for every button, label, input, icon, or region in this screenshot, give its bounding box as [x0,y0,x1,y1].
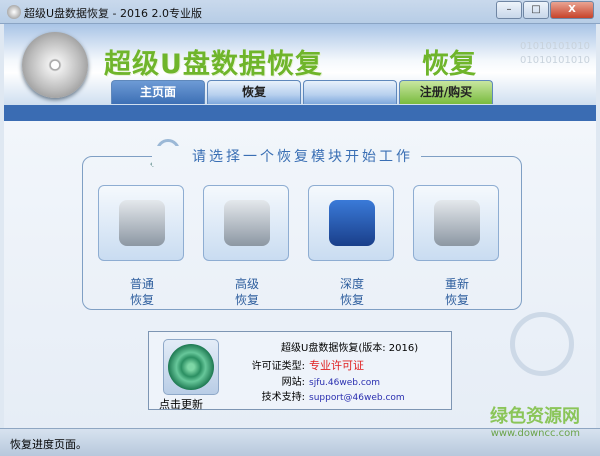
module-label: 重新 恢复 [414,276,500,308]
label-line: 高级 [234,277,259,291]
watermark-name: 绿色资源网 [490,406,580,427]
status-text: 恢复进度页面。 [10,438,87,451]
prompt-text: 请选择一个恢复模块开始工作 [152,146,421,166]
minimize-button[interactable]: – [496,1,522,19]
label-line: 恢复 [129,293,154,307]
binary-text: 01010101010 [520,41,590,52]
module-re-recover[interactable]: 重新 恢复 [413,185,499,307]
label-line: 恢复 [234,293,259,307]
close-button[interactable]: X [550,1,594,19]
brand-title: 超级U盘数据恢复 [104,49,323,80]
recycle-bin-icon [119,200,165,246]
support-email-link[interactable]: support@46web.com [309,393,405,403]
module-label: 深度 恢复 [309,276,395,308]
label-line: 恢复 [339,293,364,307]
license-key: 许可证类型: [251,361,305,372]
hard-disk-logo-icon [22,32,88,98]
module-label: 高级 恢复 [204,276,290,308]
tab-blank[interactable] [303,80,397,104]
module-advanced-recover[interactable]: 高级 恢复 [203,185,289,307]
label-line: 重新 [444,277,469,291]
tab-underline-bar [4,105,596,121]
brand-fragment: 恢复 [422,49,476,80]
main-content: 请选择一个恢复模块开始工作 普通恢复 高级恢复 深度恢复 重新恢复 点击更新 超… [4,121,596,428]
module-normal-recover[interactable]: 普通 恢复 [98,185,184,307]
label-line: 普通 [129,277,154,291]
tab-home[interactable]: 主页面 [111,80,205,104]
module-deep-recover[interactable]: 深度 恢复 [308,185,394,307]
watermark: 绿色资源网 www.downcc.com [490,402,580,439]
version-title: 超级U盘数据恢复(版本: 2016) [281,343,419,354]
window-title: 超级U盘数据恢复 - 2016 2.0专业版 [24,7,202,20]
drive-clock-icon [434,200,480,246]
update-label[interactable]: 点击更新 [159,396,203,412]
license-value: 专业许可证 [309,359,364,372]
binary-decoration: 01010101010 01010101010 [520,40,590,68]
label-line: 恢复 [444,293,469,307]
module-label: 普通 恢复 [99,276,185,308]
website-key: 网站: [281,377,305,388]
update-button[interactable] [163,339,219,395]
about-box: 点击更新 超级U盘数据恢复(版本: 2016) 许可证类型: 专业许可证 网站: s… [148,331,452,412]
app-icon [7,5,21,19]
label-line: 深度 [339,277,364,291]
binary-text: 01010101010 [520,55,590,66]
title-bar: 超级U盘数据恢复 - 2016 2.0专业版 – □ X [0,0,600,24]
watermark-url: www.downcc.com [490,428,580,439]
maximize-button[interactable]: □ [523,1,549,19]
magnifier-decoration-icon [510,312,574,376]
header-banner: 超级U盘数据恢复 恢复 01010101010 01010101010 主页面 恢… [4,24,596,105]
tab-register-buy[interactable]: 注册/购买 [399,80,493,104]
tab-recover[interactable]: 恢复 [207,80,301,104]
support-key: 技术支持: [261,392,305,403]
monitor-search-icon [329,200,375,246]
update-orb-icon [168,344,214,390]
website-link[interactable]: sjfu.46web.com [309,378,380,388]
drive-search-icon [224,200,270,246]
